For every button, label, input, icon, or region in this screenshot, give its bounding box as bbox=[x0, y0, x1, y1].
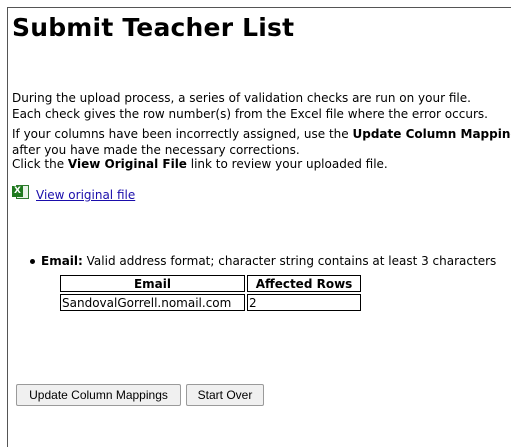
table-row: SandovalGorrell.nomail.com 2 bbox=[60, 294, 361, 311]
view-note: Click the View Original File link to rev… bbox=[12, 156, 388, 172]
columns-note-bold: Update Column Mappings bbox=[353, 127, 511, 141]
view-note-prefix: Click the bbox=[12, 157, 68, 171]
column-header-affected-rows: Affected Rows bbox=[247, 275, 361, 292]
columns-note-line-1: If your columns have been incorrectly as… bbox=[12, 126, 511, 142]
view-note-suffix: link to review your uploaded file. bbox=[187, 157, 388, 171]
error-field-label: Email: bbox=[41, 254, 83, 268]
excel-file-icon: X bbox=[12, 184, 30, 200]
table-header-row: Email Affected Rows bbox=[60, 275, 361, 292]
intro-line-1: During the upload process, a series of v… bbox=[12, 90, 488, 106]
start-over-button[interactable]: Start Over bbox=[186, 384, 264, 406]
page-frame: Submit Teacher List During the upload pr… bbox=[7, 7, 511, 447]
error-item-email: Email: Valid address format; character s… bbox=[30, 254, 496, 268]
view-original-file-text[interactable]: View original file bbox=[36, 188, 135, 202]
columns-note-prefix: If your columns have been incorrectly as… bbox=[12, 127, 353, 141]
error-description: Valid address format; character string c… bbox=[87, 254, 497, 268]
cell-email: SandovalGorrell.nomail.com bbox=[60, 294, 245, 311]
update-column-mappings-button[interactable]: Update Column Mappings bbox=[16, 384, 181, 406]
page-title: Submit Teacher List bbox=[12, 13, 294, 42]
intro-line-2: Each check gives the row number(s) from … bbox=[12, 106, 488, 122]
bullet-dot bbox=[30, 259, 35, 264]
view-original-file-link[interactable]: X View original file bbox=[12, 182, 135, 202]
columns-note: If your columns have been incorrectly as… bbox=[12, 126, 511, 158]
cell-affected-rows: 2 bbox=[247, 294, 361, 311]
error-table: Email Affected Rows SandovalGorrell.noma… bbox=[58, 273, 363, 313]
intro-paragraph: During the upload process, a series of v… bbox=[12, 90, 488, 122]
view-note-bold: View Original File bbox=[68, 157, 187, 171]
column-header-email: Email bbox=[60, 275, 245, 292]
